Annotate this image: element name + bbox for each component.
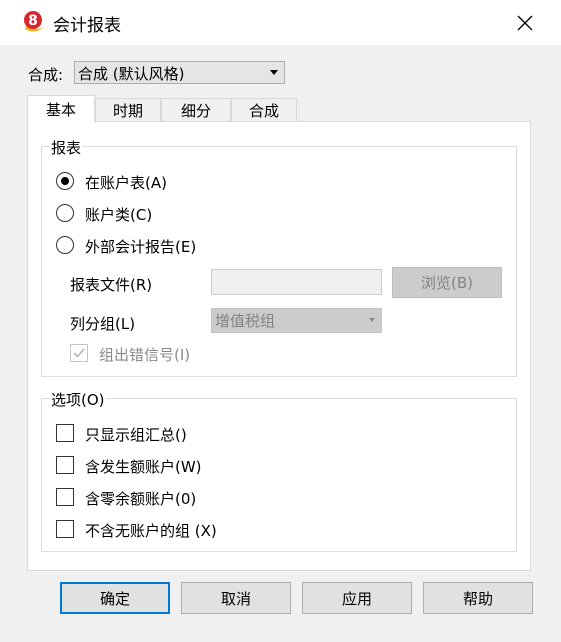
radio-button[interactable]: [56, 204, 74, 222]
error-sign-checkbox[interactable]: 组出错信号(I): [70, 344, 270, 364]
tab-basic-label: 基本: [45, 100, 76, 119]
option-include-activity-accounts[interactable]: 含发生额账户(W): [56, 456, 356, 476]
checkbox[interactable]: [56, 488, 74, 506]
checkbox-label: 不含无账户的组 (X): [85, 522, 217, 540]
close-icon: [517, 15, 533, 31]
composition-select[interactable]: 合成 (默认风格): [74, 61, 285, 84]
checkbox-label: 含零余额账户(0): [85, 490, 197, 508]
report-file-label: 报表文件(R): [70, 276, 153, 294]
radio-account-class[interactable]: 账户类(C): [56, 204, 356, 224]
tab-composition-label: 合成: [248, 101, 279, 120]
radio-label: 在账户表(A): [85, 174, 167, 192]
checkbox-label: 组出错信号(I): [99, 346, 191, 364]
option-group-totals-only[interactable]: 只显示组汇总(): [56, 424, 356, 444]
radio-account-table[interactable]: 在账户表(A): [56, 172, 356, 192]
browse-button-label: 浏览(B): [421, 274, 473, 292]
ok-button-label: 确定: [99, 589, 130, 608]
radio-label: 账户类(C): [85, 206, 153, 224]
composition-label: 合成:: [28, 66, 64, 84]
apply-button[interactable]: 应用: [302, 582, 412, 614]
option-exclude-empty-groups[interactable]: 不含无账户的组 (X): [56, 520, 356, 540]
radio-label: 外部会计报告(E): [85, 238, 197, 256]
column-group-label: 列分组(L): [70, 315, 136, 333]
checkbox[interactable]: [56, 424, 74, 442]
column-group-value: 增值税组: [215, 312, 276, 330]
tab-breakdown-label: 细分: [180, 101, 211, 120]
chevron-down-icon: [369, 318, 375, 322]
composition-select-value: 合成 (默认风格): [78, 65, 185, 83]
report-group-title: 报表: [50, 137, 83, 158]
tab-breakdown[interactable]: 细分: [161, 98, 231, 122]
help-button-label: 帮助: [462, 589, 493, 608]
radio-button[interactable]: [56, 172, 74, 190]
svg-text:8: 8: [28, 13, 38, 29]
options-group-title: 选项(O): [50, 389, 106, 410]
close-button[interactable]: [506, 8, 544, 38]
tab-period[interactable]: 时期: [95, 98, 161, 122]
help-button[interactable]: 帮助: [423, 582, 533, 614]
browse-button[interactable]: 浏览(B): [392, 267, 502, 298]
ok-button[interactable]: 确定: [60, 582, 170, 614]
checkbox[interactable]: [56, 456, 74, 474]
checkbox-label: 只显示组汇总(): [85, 426, 187, 444]
apply-button-label: 应用: [341, 589, 372, 608]
checkmark-icon: [73, 348, 85, 358]
title-bar: 8 会计报表: [0, 0, 561, 45]
cancel-button[interactable]: 取消: [181, 582, 291, 614]
checkbox[interactable]: [56, 520, 74, 538]
checkbox-label: 含发生额账户(W): [85, 458, 202, 476]
checkbox[interactable]: [70, 344, 88, 362]
chevron-down-icon: [270, 70, 278, 75]
window-title: 会计报表: [53, 16, 121, 36]
tab-composition[interactable]: 合成: [231, 98, 297, 122]
cancel-button-label: 取消: [220, 589, 251, 608]
tab-basic[interactable]: 基本: [27, 95, 95, 122]
tab-period-label: 时期: [112, 101, 143, 120]
radio-button[interactable]: [56, 236, 74, 254]
report-file-input[interactable]: [211, 269, 382, 295]
column-group-select[interactable]: 增值税组: [211, 308, 382, 333]
option-include-zero-balance[interactable]: 含零余额账户(0): [56, 488, 356, 508]
app-logo-icon: 8: [22, 9, 46, 35]
radio-external-report[interactable]: 外部会计报告(E): [56, 236, 356, 256]
